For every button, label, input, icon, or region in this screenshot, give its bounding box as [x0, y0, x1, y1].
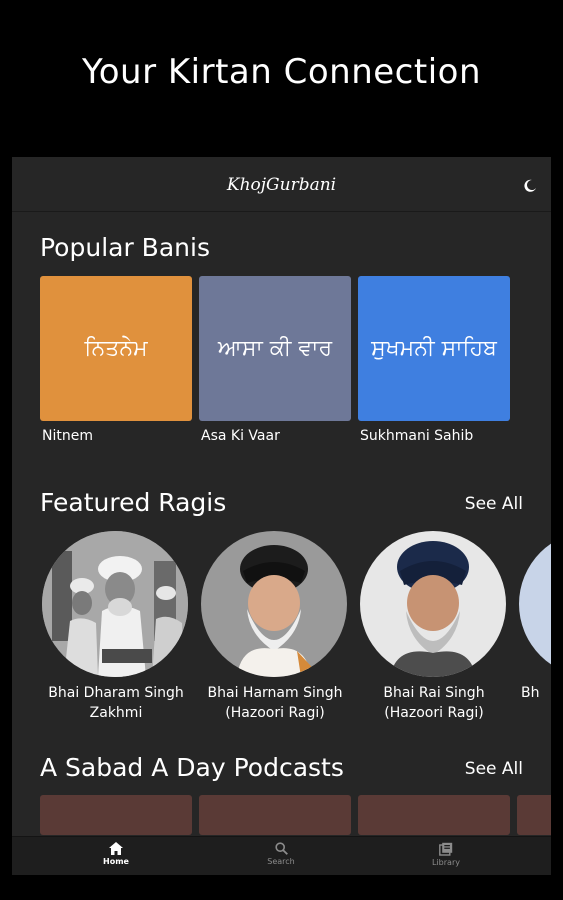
bani-card-asa-ki-vaar[interactable]: ਆਸਾ ਕੀ ਵਾਰ Asa Ki Vaar: [199, 276, 351, 444]
podcast-card[interactable]: [199, 795, 351, 835]
podcasts-see-all-link[interactable]: See All: [465, 759, 523, 779]
bani-tile: ਸੁਖਮਨੀ ਸਾਹਿਬ: [358, 276, 510, 421]
bani-card-nitnem[interactable]: ਨਿਤਨੇਮ Nitnem: [40, 276, 192, 444]
ragi-name: Bh: [521, 685, 540, 701]
bani-card-sukhmani-sahib[interactable]: ਸੁਖਮਨੀ ਸਾਹਿਬ Sukhmani Sahib: [358, 276, 510, 444]
home-icon: [109, 842, 123, 855]
ragi-photo: [519, 531, 551, 677]
podcasts-title: A Sabad A Day Podcasts: [40, 753, 344, 782]
promo-headline: Your Kirtan Connection: [81, 52, 481, 92]
app-screen: KhojGurbani Popular Banis ਨਿਤਨੇਮ Nitnem …: [12, 157, 551, 875]
nav-search[interactable]: Search: [251, 842, 311, 866]
bani-tile: ਆਸਾ ਕੀ ਵਾਰ: [199, 276, 351, 421]
ragi-photo: [201, 531, 347, 677]
ragi-name: Bhai Rai Singh (Hazoori Ragi): [383, 685, 485, 721]
ragi-photo: [42, 531, 188, 677]
bani-gurmukhi-title: ਨਿਤਨੇਮ: [84, 336, 148, 361]
podcast-card[interactable]: [517, 795, 551, 835]
nav-library[interactable]: Library: [416, 842, 476, 867]
top-app-bar: KhojGurbani: [12, 157, 551, 212]
featured-ragis-title: Featured Ragis: [40, 488, 227, 517]
nav-label: Home: [103, 857, 129, 866]
app-logo: KhojGurbani: [226, 175, 337, 195]
bani-gurmukhi-title: ਸੁਖਮਨੀ ਸਾਹਿਬ: [371, 336, 497, 361]
search-icon: [274, 842, 288, 855]
ragi-photo: [360, 531, 506, 677]
bani-tile: ਨਿਤਨੇਮ: [40, 276, 192, 421]
ragi-card[interactable]: Bhai Rai Singh (Hazoori Ragi): [360, 531, 508, 723]
ragi-name: Bhai Dharam Singh Zakhmi: [48, 685, 184, 721]
ragi-card[interactable]: Bh: [519, 531, 551, 703]
bani-label: Sukhmani Sahib: [360, 428, 474, 444]
nav-home[interactable]: Home: [86, 842, 146, 866]
nav-label: Search: [267, 857, 295, 866]
ragi-name: Bhai Harnam Singh (Hazoori Ragi): [207, 685, 343, 721]
ragi-card[interactable]: Bhai Dharam Singh Zakhmi: [42, 531, 190, 723]
popular-banis-title: Popular Banis: [40, 233, 210, 262]
featured-ragis-see-all-link[interactable]: See All: [465, 494, 523, 514]
podcast-card[interactable]: [358, 795, 510, 835]
podcast-card[interactable]: [40, 795, 192, 835]
bani-label: Nitnem: [42, 428, 93, 444]
nav-label: Library: [432, 858, 460, 867]
bani-gurmukhi-title: ਆਸਾ ਕੀ ਵਾਰ: [217, 336, 333, 361]
ragi-card[interactable]: Bhai Harnam Singh (Hazoori Ragi): [201, 531, 349, 723]
moon-icon[interactable]: [523, 179, 537, 193]
library-icon: [439, 842, 453, 856]
bani-label: Asa Ki Vaar: [201, 428, 280, 444]
bottom-navigation: Home Search Library: [12, 836, 551, 875]
